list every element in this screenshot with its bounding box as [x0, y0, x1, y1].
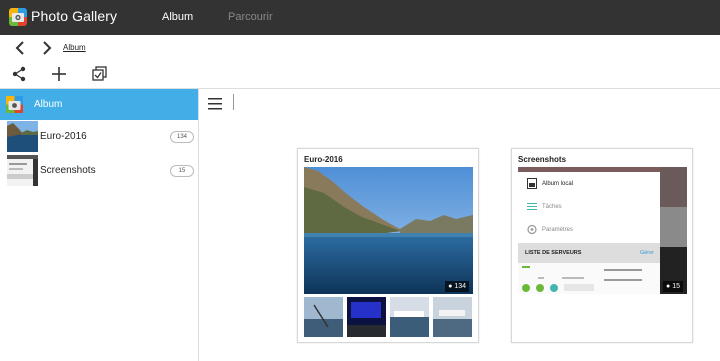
album-cover-edge: ● 15 [660, 167, 687, 294]
thumbnail [433, 297, 472, 337]
photo-count: 134 [454, 283, 466, 290]
forward-arrow-icon[interactable] [38, 39, 56, 57]
tab-browse[interactable]: Parcourir [228, 11, 273, 23]
share-icon[interactable] [10, 65, 28, 83]
select-checkbox-icon[interactable] [91, 65, 109, 83]
gear-icon [527, 224, 537, 235]
thumbnail [304, 297, 343, 337]
toolbar-divider [233, 94, 234, 110]
thumbnail [390, 297, 429, 337]
preview-menu-item: Tâches [518, 196, 660, 218]
photo-count: 15 [672, 283, 680, 290]
app-title: Photo Gallery [31, 8, 118, 24]
sidebar-header-label: Album [34, 99, 63, 110]
album-card-screenshots[interactable]: Screenshots Album local Tâches Paramètre… [511, 148, 693, 343]
tasks-icon [527, 201, 537, 212]
preview-menu-item: Album local [518, 173, 660, 195]
sidebar-item-label: Screenshots [40, 165, 96, 176]
thumbnail-strip [304, 297, 473, 337]
album-thumbnail [7, 121, 38, 152]
sidebar-item-label: Euro-2016 [40, 131, 87, 142]
preview-server-list-bar: LISTE DE SERVEURS Gérer [518, 243, 660, 263]
album-cover-image: Album local Tâches Paramètres LISTE DE S… [518, 167, 660, 294]
count-badge: 134 [170, 131, 194, 143]
sidebar-item-euro-2016[interactable]: Euro-2016 134 [0, 120, 198, 154]
main-content: Euro-2016 ● 134 Screenshots Album local … [199, 89, 720, 361]
toolbar [0, 35, 720, 89]
person-icon: ● [666, 283, 671, 290]
back-arrow-icon[interactable] [12, 39, 30, 57]
hamburger-menu-icon[interactable] [208, 97, 222, 110]
person-icon: ● [448, 283, 453, 290]
sidebar-item-album[interactable]: Album [0, 89, 198, 120]
album-thumbnail [7, 155, 38, 186]
card-title: Euro-2016 [304, 155, 343, 164]
album-icon [6, 96, 23, 113]
photo-count-badge: ● 134 [445, 281, 469, 292]
add-icon[interactable] [50, 65, 68, 83]
preview-menu-item: Paramètres [518, 219, 660, 241]
album-card-euro-2016[interactable]: Euro-2016 ● 134 [297, 148, 479, 343]
album-cover-image: ● 134 [304, 167, 473, 294]
album-icon [527, 178, 537, 189]
tab-album[interactable]: Album [162, 11, 193, 23]
sidebar-item-screenshots[interactable]: Screenshots 15 [0, 154, 198, 188]
sidebar: Album Euro-2016 134 Screenshots 15 [0, 89, 199, 361]
count-badge: 15 [170, 165, 194, 177]
breadcrumb[interactable]: Album [63, 43, 86, 52]
card-title: Screenshots [518, 155, 567, 164]
top-bar: Photo Gallery Album Parcourir [0, 0, 720, 35]
thumbnail [347, 297, 386, 337]
photo-gallery-logo-icon [9, 8, 27, 26]
photo-count-badge: ● 15 [663, 281, 683, 292]
